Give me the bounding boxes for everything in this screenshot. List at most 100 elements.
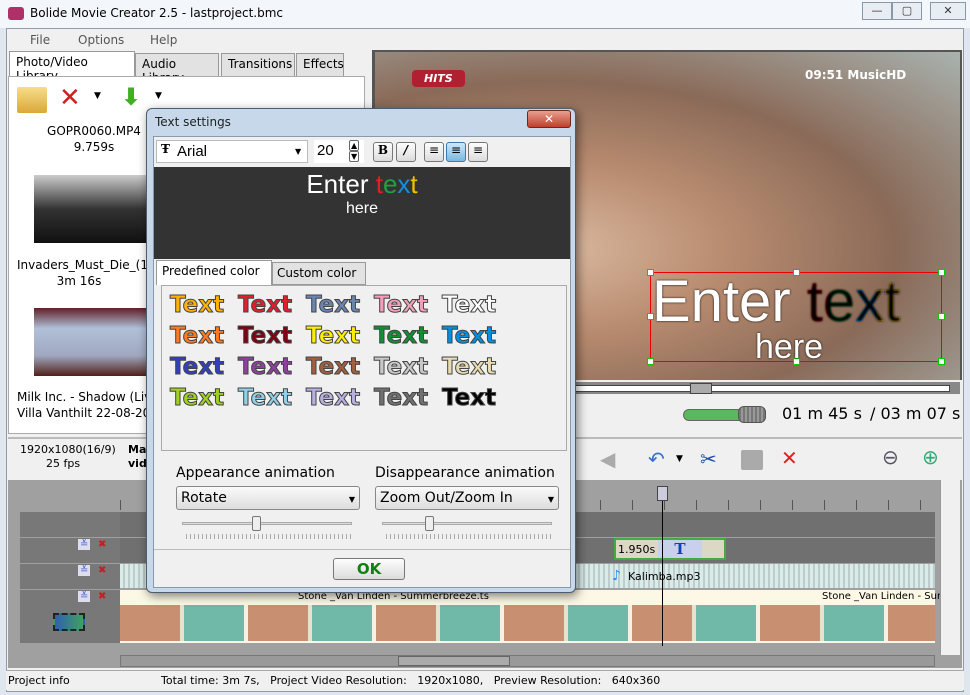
ok-button[interactable]: OK bbox=[333, 558, 405, 580]
delete-icon[interactable]: ✕ bbox=[781, 446, 798, 470]
tab-predefined-color[interactable]: Predefined color bbox=[156, 260, 272, 285]
font-select[interactable]: Ŧ Arial ▼ bbox=[156, 140, 308, 163]
delete-icon[interactable]: ✕ bbox=[59, 83, 81, 113]
align-left-button[interactable]: ≡ bbox=[424, 142, 444, 162]
font-size-stepper[interactable]: 20 ▲ ▼ bbox=[314, 140, 364, 163]
align-right-button[interactable]: ≡ bbox=[468, 142, 488, 162]
music-note-icon: ♪ bbox=[612, 568, 621, 584]
color-preset[interactable]: Text bbox=[169, 354, 224, 381]
bold-button[interactable]: B bbox=[373, 142, 393, 162]
tab-effects[interactable]: Effects bbox=[296, 53, 344, 77]
appearance-slider-thumb[interactable] bbox=[252, 516, 261, 531]
resize-handle[interactable] bbox=[938, 313, 945, 320]
vertical-scrollbar[interactable] bbox=[940, 480, 960, 655]
color-preset[interactable]: Text bbox=[373, 292, 428, 319]
maximize-button[interactable]: ▢ bbox=[892, 2, 922, 20]
color-preset[interactable]: Text bbox=[169, 292, 224, 319]
color-preset[interactable]: Text bbox=[305, 385, 360, 412]
remove-track-icon[interactable]: ✖ bbox=[98, 539, 106, 550]
color-preset[interactable]: Text bbox=[237, 292, 292, 319]
color-preset[interactable]: Text bbox=[441, 292, 496, 319]
menu-help[interactable]: Help bbox=[150, 33, 177, 47]
color-preset[interactable]: Text bbox=[441, 323, 496, 350]
text-preview: Enter text here bbox=[154, 167, 570, 259]
zoom-out-icon[interactable]: ⊖ bbox=[882, 445, 899, 469]
video-clip-name[interactable]: Stone _Van Linden - Sum bbox=[822, 591, 947, 602]
video-thumbnails bbox=[120, 605, 935, 641]
library-thumbnail[interactable] bbox=[34, 175, 146, 243]
decrement-icon[interactable]: ▼ bbox=[349, 151, 360, 162]
cut-icon[interactable]: ✂ bbox=[700, 447, 717, 471]
horizontal-scrollbar[interactable] bbox=[120, 655, 935, 667]
close-button[interactable]: ✕ bbox=[930, 2, 966, 20]
color-preset[interactable]: Text bbox=[373, 354, 428, 381]
color-preset[interactable]: Text bbox=[305, 323, 360, 350]
color-preset[interactable]: Text bbox=[237, 354, 292, 381]
undo-icon[interactable]: ↶ bbox=[648, 447, 665, 471]
color-preset[interactable]: Text bbox=[169, 323, 224, 350]
seek-thumb[interactable] bbox=[690, 383, 712, 394]
zoom-fit-icon[interactable]: ⊕ bbox=[922, 445, 939, 469]
disappearance-speed-slider[interactable] bbox=[382, 522, 552, 525]
remove-track-icon[interactable]: ✖ bbox=[98, 591, 106, 602]
playhead[interactable] bbox=[662, 488, 663, 646]
color-preset[interactable]: Text bbox=[441, 385, 496, 412]
total-time: / 03 m 07 s bbox=[870, 404, 961, 423]
disappearance-select[interactable]: Zoom Out/Zoom In ▼ bbox=[375, 486, 559, 510]
resize-handle[interactable] bbox=[938, 269, 945, 276]
import-arrow-icon[interactable]: ⬇ bbox=[121, 83, 141, 111]
paste-icon[interactable] bbox=[741, 450, 763, 470]
color-preset[interactable]: Text bbox=[373, 385, 428, 412]
library-item-name[interactable]: Invaders_Must_Die_(1 bbox=[17, 258, 148, 272]
library-item-name[interactable]: GOPR0060.MP4 bbox=[29, 124, 159, 138]
color-preset[interactable]: Text bbox=[441, 354, 496, 381]
library-item-subtitle: Villa Vanthilt 22-08-20 bbox=[17, 406, 151, 420]
channel-badge: HITS bbox=[412, 70, 465, 87]
open-folder-icon[interactable] bbox=[17, 87, 47, 113]
volume-thumb[interactable] bbox=[738, 406, 766, 423]
project-resolution: 1920x1080(16/9) bbox=[20, 443, 116, 456]
appearance-speed-slider[interactable] bbox=[182, 522, 352, 525]
color-preset[interactable]: Text bbox=[237, 385, 292, 412]
chevron-down-icon[interactable]: ▼ bbox=[676, 454, 683, 464]
remove-track-icon[interactable]: ✖ bbox=[98, 565, 106, 576]
current-time: 01 m 45 s bbox=[782, 404, 862, 423]
slider-ticks bbox=[386, 534, 551, 539]
color-preset[interactable]: Text bbox=[169, 385, 224, 412]
resize-handle[interactable] bbox=[647, 358, 654, 365]
color-preset[interactable]: Text bbox=[305, 292, 360, 319]
expand-icon[interactable]: ≚ bbox=[78, 539, 91, 550]
text-clip[interactable]: 1.950s T bbox=[614, 538, 726, 560]
library-item-duration: 3m 16s bbox=[56, 274, 102, 288]
tab-transitions[interactable]: Transitions bbox=[221, 53, 295, 77]
chevron-down-icon[interactable]: ▼ bbox=[155, 91, 162, 101]
menu-file[interactable]: File bbox=[30, 33, 50, 47]
resize-handle[interactable] bbox=[938, 358, 945, 365]
disappearance-slider-thumb[interactable] bbox=[424, 516, 434, 531]
align-center-button[interactable]: ≡ bbox=[446, 142, 466, 162]
mute-icon[interactable]: ◀ bbox=[600, 447, 615, 471]
increment-icon[interactable]: ▲ bbox=[349, 140, 360, 151]
library-item-name[interactable]: Milk Inc. - Shadow (Liv bbox=[17, 390, 151, 404]
expand-icon[interactable]: ≚ bbox=[78, 591, 91, 602]
expand-icon[interactable]: ≚ bbox=[78, 565, 91, 576]
color-preset[interactable]: Text bbox=[373, 323, 428, 350]
appearance-select[interactable]: Rotate ▼ bbox=[176, 486, 360, 510]
color-preset[interactable]: Text bbox=[305, 354, 360, 381]
library-thumbnail[interactable] bbox=[34, 308, 146, 376]
audio-clip-name[interactable]: Kalimba.mp3 bbox=[628, 570, 701, 583]
color-preset[interactable]: Text bbox=[237, 323, 292, 350]
tab-custom-color[interactable]: Custom color bbox=[272, 262, 366, 285]
tab-photo-video-library[interactable]: Photo/Video Library bbox=[9, 51, 135, 83]
italic-button[interactable]: / bbox=[396, 142, 416, 162]
scrollbar-thumb[interactable] bbox=[398, 656, 510, 666]
playhead-handle[interactable] bbox=[657, 486, 668, 501]
tab-audio-library[interactable]: Audio Library bbox=[135, 53, 219, 85]
channel-logo: 09:51 MusicHD bbox=[805, 68, 907, 82]
project-fps: 25 fps bbox=[46, 457, 81, 470]
menu-options[interactable]: Options bbox=[78, 33, 124, 47]
minimize-button[interactable]: — bbox=[862, 2, 892, 20]
chevron-down-icon[interactable]: ▼ bbox=[94, 91, 101, 101]
dialog-close-button[interactable]: ✕ bbox=[527, 110, 571, 128]
text-clip-icon: T bbox=[658, 540, 702, 558]
